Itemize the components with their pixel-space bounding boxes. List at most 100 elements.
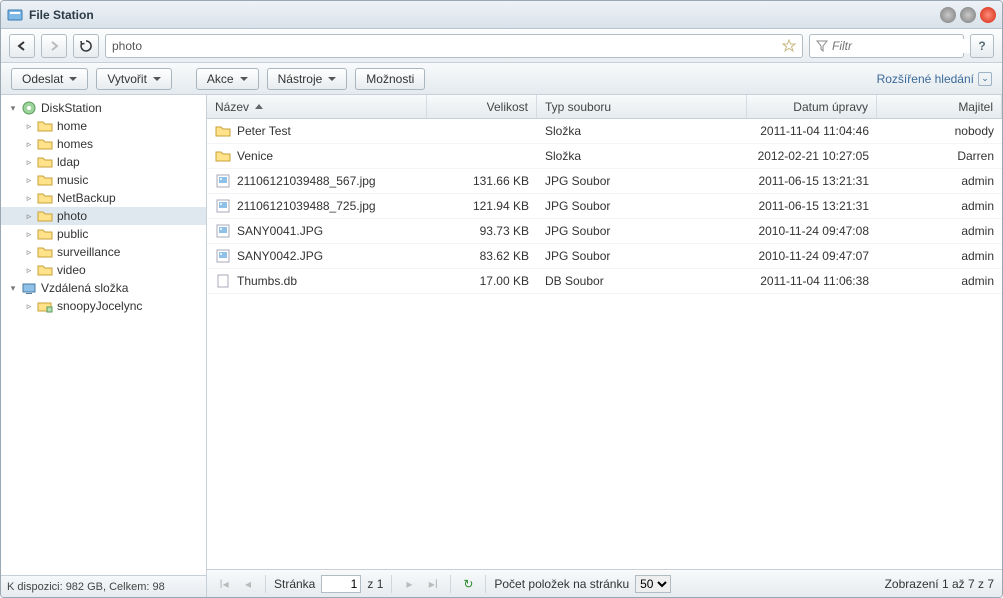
perpage-select[interactable]: 50 [635, 575, 671, 593]
tree-label: ldap [57, 155, 80, 169]
close-button[interactable] [980, 7, 996, 23]
file-date: 2010-11-24 09:47:07 [747, 249, 877, 263]
tree-item-public[interactable]: ▹ public [1, 225, 206, 243]
file-date: 2012-02-21 10:27:05 [747, 149, 877, 163]
star-icon[interactable] [782, 39, 796, 53]
tree-toggle-icon[interactable]: ▹ [23, 193, 35, 204]
tree-label: home [57, 119, 87, 133]
grid-body: Peter TestSložka2011-11-04 11:04:46nobod… [207, 119, 1002, 569]
remote-icon [21, 281, 37, 295]
file-owner: Darren [877, 149, 1002, 163]
file-owner: admin [877, 199, 1002, 213]
table-row[interactable]: 21106121039488_725.jpg121.94 KBJPG Soubo… [207, 194, 1002, 219]
help-button[interactable]: ? [970, 34, 994, 58]
table-row[interactable]: SANY0041.JPG93.73 KBJPG Soubor2010-11-24… [207, 219, 1002, 244]
action-button[interactable]: Akce [196, 68, 259, 90]
caret-down-icon [153, 77, 161, 81]
file-name: 21106121039488_567.jpg [237, 174, 376, 188]
first-page-button[interactable]: I◂ [215, 575, 233, 593]
file-size: 83.62 KB [427, 249, 537, 263]
column-owner[interactable]: Majitel [877, 95, 1002, 118]
tools-button[interactable]: Nástroje [267, 68, 348, 90]
table-row[interactable]: 21106121039488_567.jpg 131.66 KBJPG Soubo… [207, 169, 1002, 194]
file-owner: admin [877, 274, 1002, 288]
minimize-button[interactable] [940, 7, 956, 23]
file-name: Venice [237, 149, 273, 163]
tree-item-snoopyJocelync[interactable]: ▹snoopyJocelync [1, 297, 206, 315]
file-owner: nobody [877, 124, 1002, 138]
folder-tree: ▾DiskStation▹home▹homes▹ldap▹music▹NetBa… [1, 95, 206, 575]
file-size: 131.66 KB [427, 174, 537, 188]
next-page-button[interactable]: ▸ [400, 575, 418, 593]
tree-toggle-icon[interactable]: ▹ [23, 157, 35, 168]
column-type[interactable]: Typ souboru [537, 95, 747, 118]
tree-toggle-icon[interactable]: ▹ [23, 175, 35, 186]
column-name[interactable]: Název [207, 95, 427, 118]
tree-root-remote[interactable]: ▾Vzdálená složka [1, 279, 206, 297]
caret-down-icon [328, 77, 336, 81]
column-size[interactable]: Velikost [427, 95, 537, 118]
folder-icon [37, 119, 53, 133]
file-owner: admin [877, 224, 1002, 238]
maximize-button[interactable] [960, 7, 976, 23]
tree-item-photo[interactable]: ▹photo [1, 207, 206, 225]
folder-icon [37, 209, 53, 223]
tree-item-home[interactable]: ▹ home [1, 117, 206, 135]
column-date[interactable]: Datum úpravy [747, 95, 877, 118]
table-row[interactable]: Peter TestSložka2011-11-04 11:04:46nobod… [207, 119, 1002, 144]
folder-icon [37, 137, 53, 151]
refresh-button[interactable] [73, 34, 99, 58]
file-date: 2011-11-04 11:06:38 [747, 274, 877, 288]
file-type: DB Soubor [537, 274, 747, 288]
pager-summary: Zobrazení 1 až 7 z 7 [885, 577, 994, 591]
file-size: 121.94 KB [427, 199, 537, 213]
path-input[interactable] [112, 39, 782, 53]
file-type: JPG Soubor [537, 174, 747, 188]
tree-item-NetBackup[interactable]: ▹NetBackup [1, 189, 206, 207]
reload-button[interactable]: ↻ [459, 575, 477, 593]
table-row[interactable]: VeniceSložka2012-02-21 10:27:05Darren [207, 144, 1002, 169]
file-size: 93.73 KB [427, 224, 537, 238]
tree-label: music [57, 173, 88, 187]
table-row[interactable]: Thumbs.db17.00 KBDB Soubor2011-11-04 11:… [207, 269, 1002, 294]
back-button[interactable] [9, 34, 35, 58]
folder-icon [215, 149, 231, 163]
main-panel: Název Velikost Typ souboru Datum úpravy … [207, 95, 1002, 597]
folder-icon [37, 191, 53, 205]
tree-label: public [57, 227, 88, 241]
caret-down-icon [240, 77, 248, 81]
perpage-label: Počet položek na stránku [494, 577, 629, 591]
body: ▾DiskStation▹home▹homes▹ldap▹music▹NetBa… [1, 95, 1002, 597]
file-date: 2011-06-15 13:21:31 [747, 174, 877, 188]
tree-toggle-icon[interactable]: ▹ [23, 265, 35, 276]
tree-item-surveillance[interactable]: ▹surveillance [1, 243, 206, 261]
prev-page-button[interactable]: ◂ [239, 575, 257, 593]
tree-root-diskstation[interactable]: ▾DiskStation [1, 99, 206, 117]
tree-toggle-icon[interactable]: ▹ [23, 301, 35, 312]
tree-item-homes[interactable]: ▹homes [1, 135, 206, 153]
advanced-search-link[interactable]: Rozšířené hledání ⌄ [877, 72, 992, 86]
tree-toggle-icon[interactable]: ▹ [23, 247, 35, 258]
create-button[interactable]: Vytvořit [96, 68, 172, 90]
options-button[interactable]: Možnosti [355, 68, 425, 90]
forward-button[interactable] [41, 34, 67, 58]
jpg-icon [215, 199, 231, 213]
file-icon [215, 274, 231, 288]
tree-toggle-icon[interactable]: ▹ [23, 139, 35, 150]
tree-item-music[interactable]: ▹ music [1, 171, 206, 189]
sidebar: ▾DiskStation▹home▹homes▹ldap▹music▹NetBa… [1, 95, 207, 597]
tree-toggle-icon[interactable]: ▹ [23, 211, 35, 222]
navigation-bar: ? [1, 29, 1002, 63]
tree-toggle-icon[interactable]: ▾ [7, 103, 19, 114]
tree-toggle-icon[interactable]: ▹ [23, 121, 35, 132]
tree-item-video[interactable]: ▹video [1, 261, 206, 279]
table-row[interactable]: SANY0042.JPG83.62 KBJPG Soubor2010-11-24… [207, 244, 1002, 269]
tree-item-ldap[interactable]: ▹ ldap [1, 153, 206, 171]
upload-button[interactable]: Odeslat [11, 68, 88, 90]
last-page-button[interactable]: ▸I [424, 575, 442, 593]
tree-toggle-icon[interactable]: ▾ [7, 283, 19, 294]
file-name: Peter Test [237, 124, 291, 138]
filter-input[interactable] [832, 39, 989, 53]
tree-toggle-icon[interactable]: ▹ [23, 229, 35, 240]
page-input[interactable] [321, 575, 361, 593]
